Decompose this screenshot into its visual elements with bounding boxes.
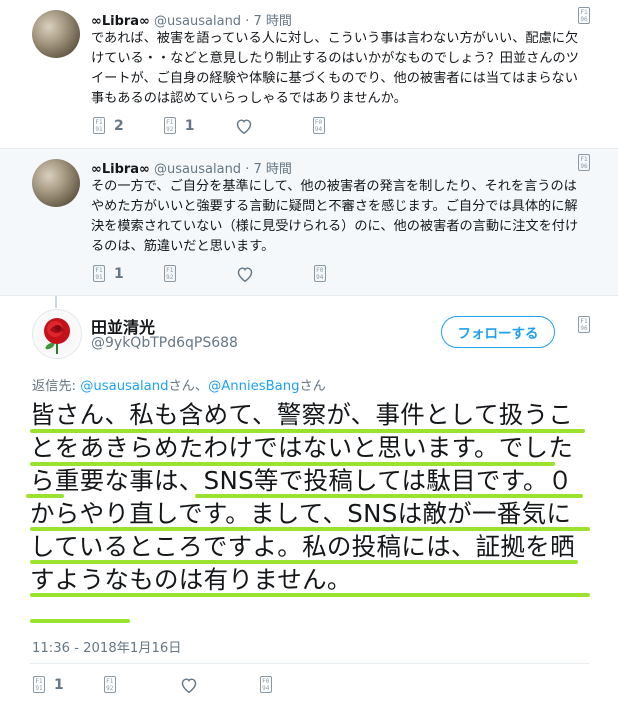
display-name[interactable]: ∞Libra∞ [91, 14, 150, 29]
heart-icon [237, 266, 253, 282]
divider [30, 663, 590, 664]
direct-message-button[interactable]: F0 94 [312, 117, 325, 134]
envelope-icon: F0 94 [313, 265, 326, 282]
avatar[interactable] [32, 309, 82, 359]
like-button[interactable] [235, 118, 253, 134]
direct-message-button[interactable]: F0 94 [313, 265, 326, 282]
caret-down-icon[interactable]: F1 96 [578, 316, 590, 333]
display-name[interactable]: ∞Libra∞ [91, 162, 150, 177]
rose-icon [44, 318, 70, 354]
reply-button[interactable]: F1 91 1 [93, 265, 124, 282]
retweet-icon: F1 92 [163, 265, 176, 282]
retweet-count: 1 [184, 117, 195, 134]
reply-icon: F1 91 [93, 265, 105, 282]
heart-icon [181, 677, 197, 693]
caret-down-icon[interactable]: F1 96 [578, 7, 590, 24]
tweet-text: であれば、被害を語っている人に対し、こういう事は言わない方がいい、配慮に欠けてい… [91, 31, 579, 106]
timestamp[interactable]: · 7 時間 [245, 14, 292, 29]
reply-tweet-1[interactable]: ∞Libra∞ @usausaland · 7 時間 F1 96 であれば、被害… [0, 0, 618, 148]
tweet-header: ∞Libra∞ @usausaland · 7 時間 [91, 10, 292, 29]
like-button[interactable] [236, 266, 254, 282]
reply-icon: F1 91 [93, 117, 105, 134]
avatar[interactable] [32, 10, 80, 58]
tweet-actions: F1 91 2 F1 92 1 F0 94 [93, 117, 325, 134]
follow-button[interactable]: フォローする [441, 316, 555, 348]
user-handle[interactable]: @usausaland [154, 14, 241, 29]
timestamp[interactable]: · 7 時間 [245, 162, 292, 177]
user-handle[interactable]: @9ykQbTPd6qPS688 [91, 335, 238, 351]
avatar[interactable] [32, 159, 80, 207]
reply-count: 2 [114, 117, 124, 134]
reply-count: 1 [114, 265, 124, 282]
reply-tweet-2[interactable]: ∞Libra∞ @usausaland · 7 時間 F1 96 その一方で、ご… [0, 148, 618, 296]
like-button[interactable] [180, 677, 198, 693]
reply-count: 1 [54, 676, 64, 693]
reply-icon: F1 91 [33, 676, 45, 693]
retweet-button[interactable]: F1 92 [103, 676, 116, 693]
highlight-underline [30, 619, 130, 623]
tweet-timestamp[interactable]: 11:36 - 2018年1月16日 [32, 637, 181, 656]
retweet-icon: F1 92 [103, 676, 116, 693]
replying-to: 返信先: @usausalandさん、@AnniesBangさん [32, 379, 326, 394]
user-handle[interactable]: @usausaland [154, 162, 241, 177]
envelope-icon: F0 94 [259, 676, 272, 693]
heart-icon [236, 118, 251, 134]
tweet-text: その一方で、ご自分を基準にして、他の被害者の発言を制したり、それを言うのはやめた… [91, 179, 579, 254]
tweet-actions: F1 91 1 F1 92 F0 94 [33, 676, 272, 693]
tweet-text: 皆さん、私も含めて、警察が、事件として扱うことをあきらめたわけではないと思います… [30, 400, 575, 594]
direct-message-button[interactable]: F0 94 [259, 676, 272, 693]
reply-button[interactable]: F1 91 2 [93, 117, 124, 134]
mention-link[interactable]: @AnniesBang [208, 379, 299, 394]
retweet-button[interactable]: F1 92 1 [163, 117, 195, 134]
caret-down-icon[interactable]: F1 96 [578, 154, 590, 171]
envelope-icon: F0 94 [312, 117, 325, 134]
retweet-icon: F1 92 [163, 117, 176, 134]
mention-link[interactable]: @usausaland [80, 379, 168, 394]
retweet-button[interactable]: F1 92 [163, 265, 176, 282]
tweet-actions: F1 91 1 F1 92 F0 94 [93, 265, 326, 282]
tweet-header: ∞Libra∞ @usausaland · 7 時間 [91, 158, 292, 177]
reply-button[interactable]: F1 91 1 [33, 676, 64, 693]
